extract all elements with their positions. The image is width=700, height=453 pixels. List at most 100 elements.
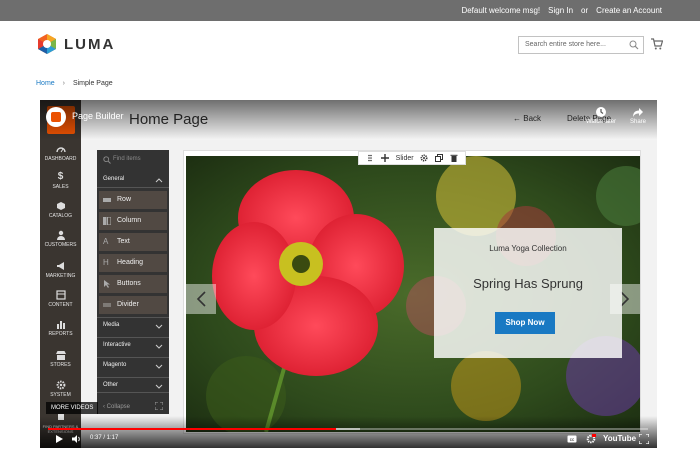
cursor-icon (104, 280, 110, 288)
back-button[interactable]: ← Back (513, 114, 541, 123)
nav-dashboard-label: DASHBOARD (44, 156, 77, 162)
sign-in-link[interactable]: Sign In (548, 6, 573, 15)
volume-icon[interactable] (72, 434, 82, 444)
nav-catalog[interactable]: CATALOG (40, 201, 81, 219)
bar-chart-icon (56, 321, 65, 329)
group-media[interactable]: Media (97, 317, 169, 333)
find-items-placeholder: Find items (113, 156, 141, 162)
logo-text[interactable]: LUMA (64, 36, 115, 53)
cube-icon (56, 202, 65, 210)
gear-icon (56, 380, 65, 390)
luma-logo-icon[interactable] (36, 33, 58, 55)
channel-avatar[interactable] (46, 107, 66, 127)
item-buttons-label: Buttons (117, 280, 141, 287)
breadcrumb-separator-icon: › (62, 80, 65, 87)
collapse-label: Collapse (106, 404, 131, 410)
fullscreen-icon[interactable] (155, 402, 163, 410)
nav-dashboard[interactable]: DASHBOARD (40, 144, 81, 162)
find-items-input[interactable]: Find items (101, 154, 165, 166)
search-icon (103, 156, 111, 164)
slider-prev-button[interactable] (186, 284, 216, 314)
shop-now-button[interactable]: Shop Now (495, 312, 555, 334)
search-icon[interactable] (629, 40, 639, 50)
nav-customers[interactable]: CUSTOMERS (40, 230, 81, 248)
breadcrumb-current: Simple Page (72, 80, 113, 87)
column-icon (103, 217, 111, 225)
chevron-down-icon (155, 364, 163, 369)
item-column-label: Column (117, 217, 142, 224)
nav-system-label: SYSTEM (50, 392, 71, 398)
welcome-message: Default welcome msg! (461, 6, 541, 15)
nav-system[interactable]: SYSTEM (40, 380, 81, 398)
nav-sales[interactable]: $ SALES (40, 171, 81, 191)
page-title: Home Page (129, 111, 209, 128)
watch-later-button[interactable]: Watch later (584, 106, 618, 125)
share-button[interactable]: Share (621, 106, 655, 125)
banner-content: Luma Yoga Collection Spring Has Sprung S… (434, 228, 622, 358)
toolbar-label: Slider (395, 154, 414, 162)
arrow-left-icon: ← (513, 114, 524, 123)
item-buttons[interactable]: Buttons (99, 275, 167, 293)
breadcrumb: Home › Simple Page (36, 80, 113, 87)
chevron-down-icon (155, 324, 163, 329)
captions-icon[interactable]: cc (567, 434, 577, 444)
nav-customers-label: CUSTOMERS (44, 242, 77, 248)
settings-icon[interactable] (586, 434, 596, 444)
item-divider-label: Divider (117, 301, 139, 308)
gear-icon[interactable] (420, 154, 428, 162)
clock-icon (596, 107, 606, 117)
play-icon[interactable] (54, 434, 64, 444)
create-account-link[interactable]: Create an Account (596, 6, 662, 15)
video-controls: 0:37 / 1:17 cc YouTube (40, 416, 657, 448)
video-player[interactable]: DASHBOARD $ SALES CATALOG CUSTOMERS MARK… (40, 100, 657, 448)
top-bar: Default welcome msg! Sign In or Create a… (0, 0, 700, 21)
drag-handle-icon[interactable] (366, 154, 374, 162)
cart-icon[interactable] (651, 38, 663, 50)
admin-sidebar: DASHBOARD $ SALES CATALOG CUSTOMERS MARK… (40, 100, 81, 448)
nav-marketing[interactable]: MARKETING (40, 261, 81, 279)
item-heading-label: Heading (117, 259, 144, 266)
progress-played (48, 428, 336, 430)
progress-bar[interactable] (48, 428, 648, 430)
fullscreen-icon[interactable] (639, 434, 649, 444)
group-magento[interactable]: Magento (97, 357, 169, 373)
nav-reports[interactable]: REPORTS (40, 319, 81, 337)
slider[interactable]: Luma Yoga Collection Spring Has Sprung S… (186, 156, 640, 432)
page-builder-stage: Luma Yoga Collection Spring Has Sprung S… (183, 150, 641, 434)
nav-stores-label: STORES (50, 362, 71, 368)
group-interactive[interactable]: Interactive (97, 337, 169, 353)
group-magento-label: Magento (103, 362, 127, 368)
more-videos-button[interactable]: MORE VIDEOS (46, 402, 99, 414)
megaphone-icon (56, 262, 64, 270)
plus-icon[interactable] (381, 154, 389, 162)
group-other[interactable]: Other (97, 377, 169, 393)
person-icon (56, 230, 65, 240)
nav-stores[interactable]: STORES (40, 350, 81, 368)
nav-content[interactable]: CONTENT (40, 290, 81, 308)
group-general-label: General (103, 176, 125, 182)
chevron-left-icon (196, 291, 206, 307)
item-heading[interactable]: H Heading (99, 254, 167, 272)
group-other-label: Other (103, 382, 119, 388)
search-input[interactable]: Search entire store here... (518, 36, 644, 54)
share-arrow-icon (633, 108, 643, 117)
dollar-icon: $ (57, 171, 64, 182)
collapse-button[interactable]: ‹ Collapse (103, 404, 130, 410)
youtube-logo[interactable]: YouTube (603, 434, 636, 443)
item-divider[interactable]: Divider (99, 296, 167, 314)
chevron-up-icon (155, 178, 163, 183)
breadcrumb-home[interactable]: Home (36, 80, 55, 87)
item-column[interactable]: Column (99, 212, 167, 230)
banner-headline: Spring Has Sprung (473, 276, 583, 291)
item-row[interactable]: Row (99, 191, 167, 209)
page-builder-panel: Find items General Row Column A Text H H… (97, 150, 169, 414)
video-title[interactable]: Page Builder (72, 111, 124, 121)
group-media-label: Media (103, 322, 120, 328)
item-text[interactable]: A Text (99, 233, 167, 251)
nav-content-label: CONTENT (48, 302, 73, 308)
trash-icon[interactable] (450, 154, 458, 162)
group-general[interactable]: General (97, 172, 169, 188)
duplicate-icon[interactable] (434, 154, 443, 162)
or-text: or (581, 6, 589, 15)
nav-marketing-label: MARKETING (45, 273, 76, 279)
